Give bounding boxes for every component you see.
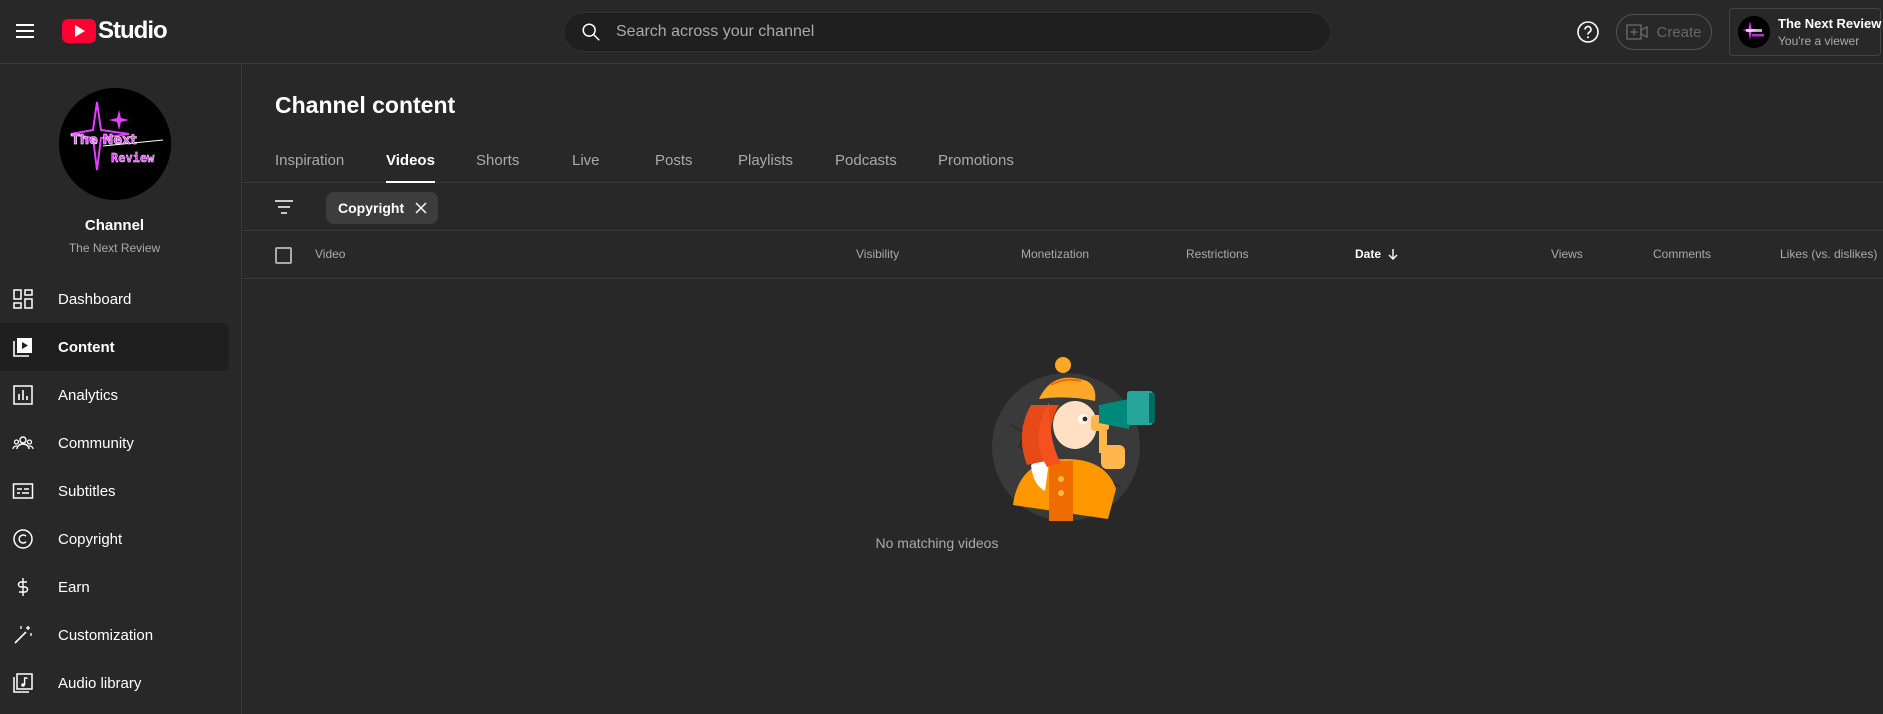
sidebar-item-subtitles[interactable]: Subtitles: [0, 467, 242, 515]
page-title: Channel content: [275, 92, 456, 118]
table-header: Video Visibility Monetization Restrictio…: [243, 231, 1883, 279]
avatar-text-top: The Next: [71, 133, 137, 148]
content-icon: [13, 338, 32, 357]
filter-chip-copyright[interactable]: Copyright: [326, 192, 439, 224]
select-all-checkbox[interactable]: [275, 247, 292, 264]
column-video: Video: [315, 247, 346, 261]
logo-text: Studio: [98, 17, 168, 44]
channel-name: The Next Review: [68, 241, 161, 255]
column-views: Views: [1551, 247, 1583, 261]
sidebar-item-label: Subtitles: [58, 482, 116, 500]
column-comments: Comments: [1653, 247, 1712, 261]
sidebar-nav: Dashboard Content Analytics Community Su…: [0, 275, 242, 707]
empty-state-message: No matching videos: [875, 535, 999, 551]
create-button[interactable]: Create: [1616, 14, 1712, 50]
filter-icon[interactable]: [273, 197, 295, 217]
account-switcher[interactable]: The Next Review You're a viewer: [1729, 8, 1881, 56]
avatar-text-bottom: Review: [111, 151, 155, 165]
analytics-icon: [13, 385, 33, 405]
tab-inspiration[interactable]: Inspiration: [275, 141, 344, 183]
channel-avatar[interactable]: The Next Review: [59, 88, 171, 200]
tab-live[interactable]: Live: [572, 141, 600, 183]
youtube-play-icon: [62, 19, 96, 43]
tab-playlists[interactable]: Playlists: [738, 141, 793, 183]
filter-chip-label: Copyright: [338, 200, 405, 216]
help-icon[interactable]: [1576, 20, 1600, 44]
sidebar-item-label: Community: [58, 434, 134, 452]
sidebar-item-earn[interactable]: Earn: [0, 563, 242, 611]
sidebar-item-content[interactable]: Content: [0, 323, 229, 371]
dashboard-icon: [13, 289, 33, 309]
sidebar-item-dashboard[interactable]: Dashboard: [0, 275, 242, 323]
audio-library-icon: [13, 673, 33, 693]
studio-logo[interactable]: Studio: [62, 16, 168, 46]
copyright-icon: [13, 529, 33, 549]
search-icon[interactable]: [580, 21, 602, 43]
tab-shorts[interactable]: Shorts: [476, 141, 519, 183]
sidebar: The Next Review Channel The Next Review …: [0, 65, 242, 714]
sidebar-item-analytics[interactable]: Analytics: [0, 371, 242, 419]
sidebar-item-label: Earn: [58, 578, 90, 596]
column-visibility: Visibility: [856, 247, 900, 261]
content-tabs: Inspiration Videos Shorts Live Posts Pla…: [243, 141, 1883, 183]
close-icon[interactable]: [414, 201, 428, 215]
sidebar-item-customization[interactable]: Customization: [0, 611, 242, 659]
channel-label: Channel: [84, 217, 145, 234]
create-video-icon: [1626, 24, 1649, 40]
account-avatar: [1738, 16, 1770, 48]
subtitles-icon: [12, 483, 34, 499]
sidebar-item-label: Copyright: [58, 530, 123, 548]
sidebar-item-label: Dashboard: [58, 290, 132, 308]
search-input[interactable]: [616, 23, 1296, 41]
main-content: Channel content Inspiration Videos Short…: [243, 65, 1883, 714]
top-bar: Studio Create T: [0, 0, 1883, 64]
account-role: You're a viewer: [1778, 34, 1860, 48]
sidebar-item-community[interactable]: Community: [0, 419, 242, 467]
sidebar-item-copyright[interactable]: Copyright: [0, 515, 242, 563]
tab-podcasts[interactable]: Podcasts: [835, 141, 897, 183]
create-label: Create: [1656, 23, 1702, 41]
tab-promotions[interactable]: Promotions: [938, 141, 1014, 183]
sidebar-item-label: Customization: [58, 626, 154, 644]
column-likes: Likes (vs. dislikes): [1780, 247, 1878, 261]
sidebar-item-label: Audio library: [58, 674, 142, 692]
column-date-label: Date: [1355, 247, 1382, 261]
column-restrictions: Restrictions: [1186, 247, 1249, 261]
column-date[interactable]: Date: [1355, 247, 1399, 261]
column-monetization: Monetization: [1021, 247, 1090, 261]
account-name: The Next Review: [1778, 16, 1882, 31]
community-icon: [12, 436, 34, 450]
tab-posts[interactable]: Posts: [655, 141, 693, 183]
sidebar-item-label: Analytics: [58, 386, 119, 404]
detective-illustration: [992, 357, 1155, 521]
sidebar-item-audio-library[interactable]: Audio library: [0, 659, 242, 707]
tab-videos[interactable]: Videos: [386, 141, 435, 183]
dollar-icon: [17, 578, 29, 596]
menu-icon[interactable]: [14, 20, 36, 42]
arrow-down-icon: [1388, 249, 1398, 260]
search-bar[interactable]: [563, 12, 1331, 52]
sidebar-item-label: Content: [58, 338, 115, 356]
filter-bar: Copyright: [243, 183, 1883, 231]
magic-wand-icon: [14, 626, 32, 644]
